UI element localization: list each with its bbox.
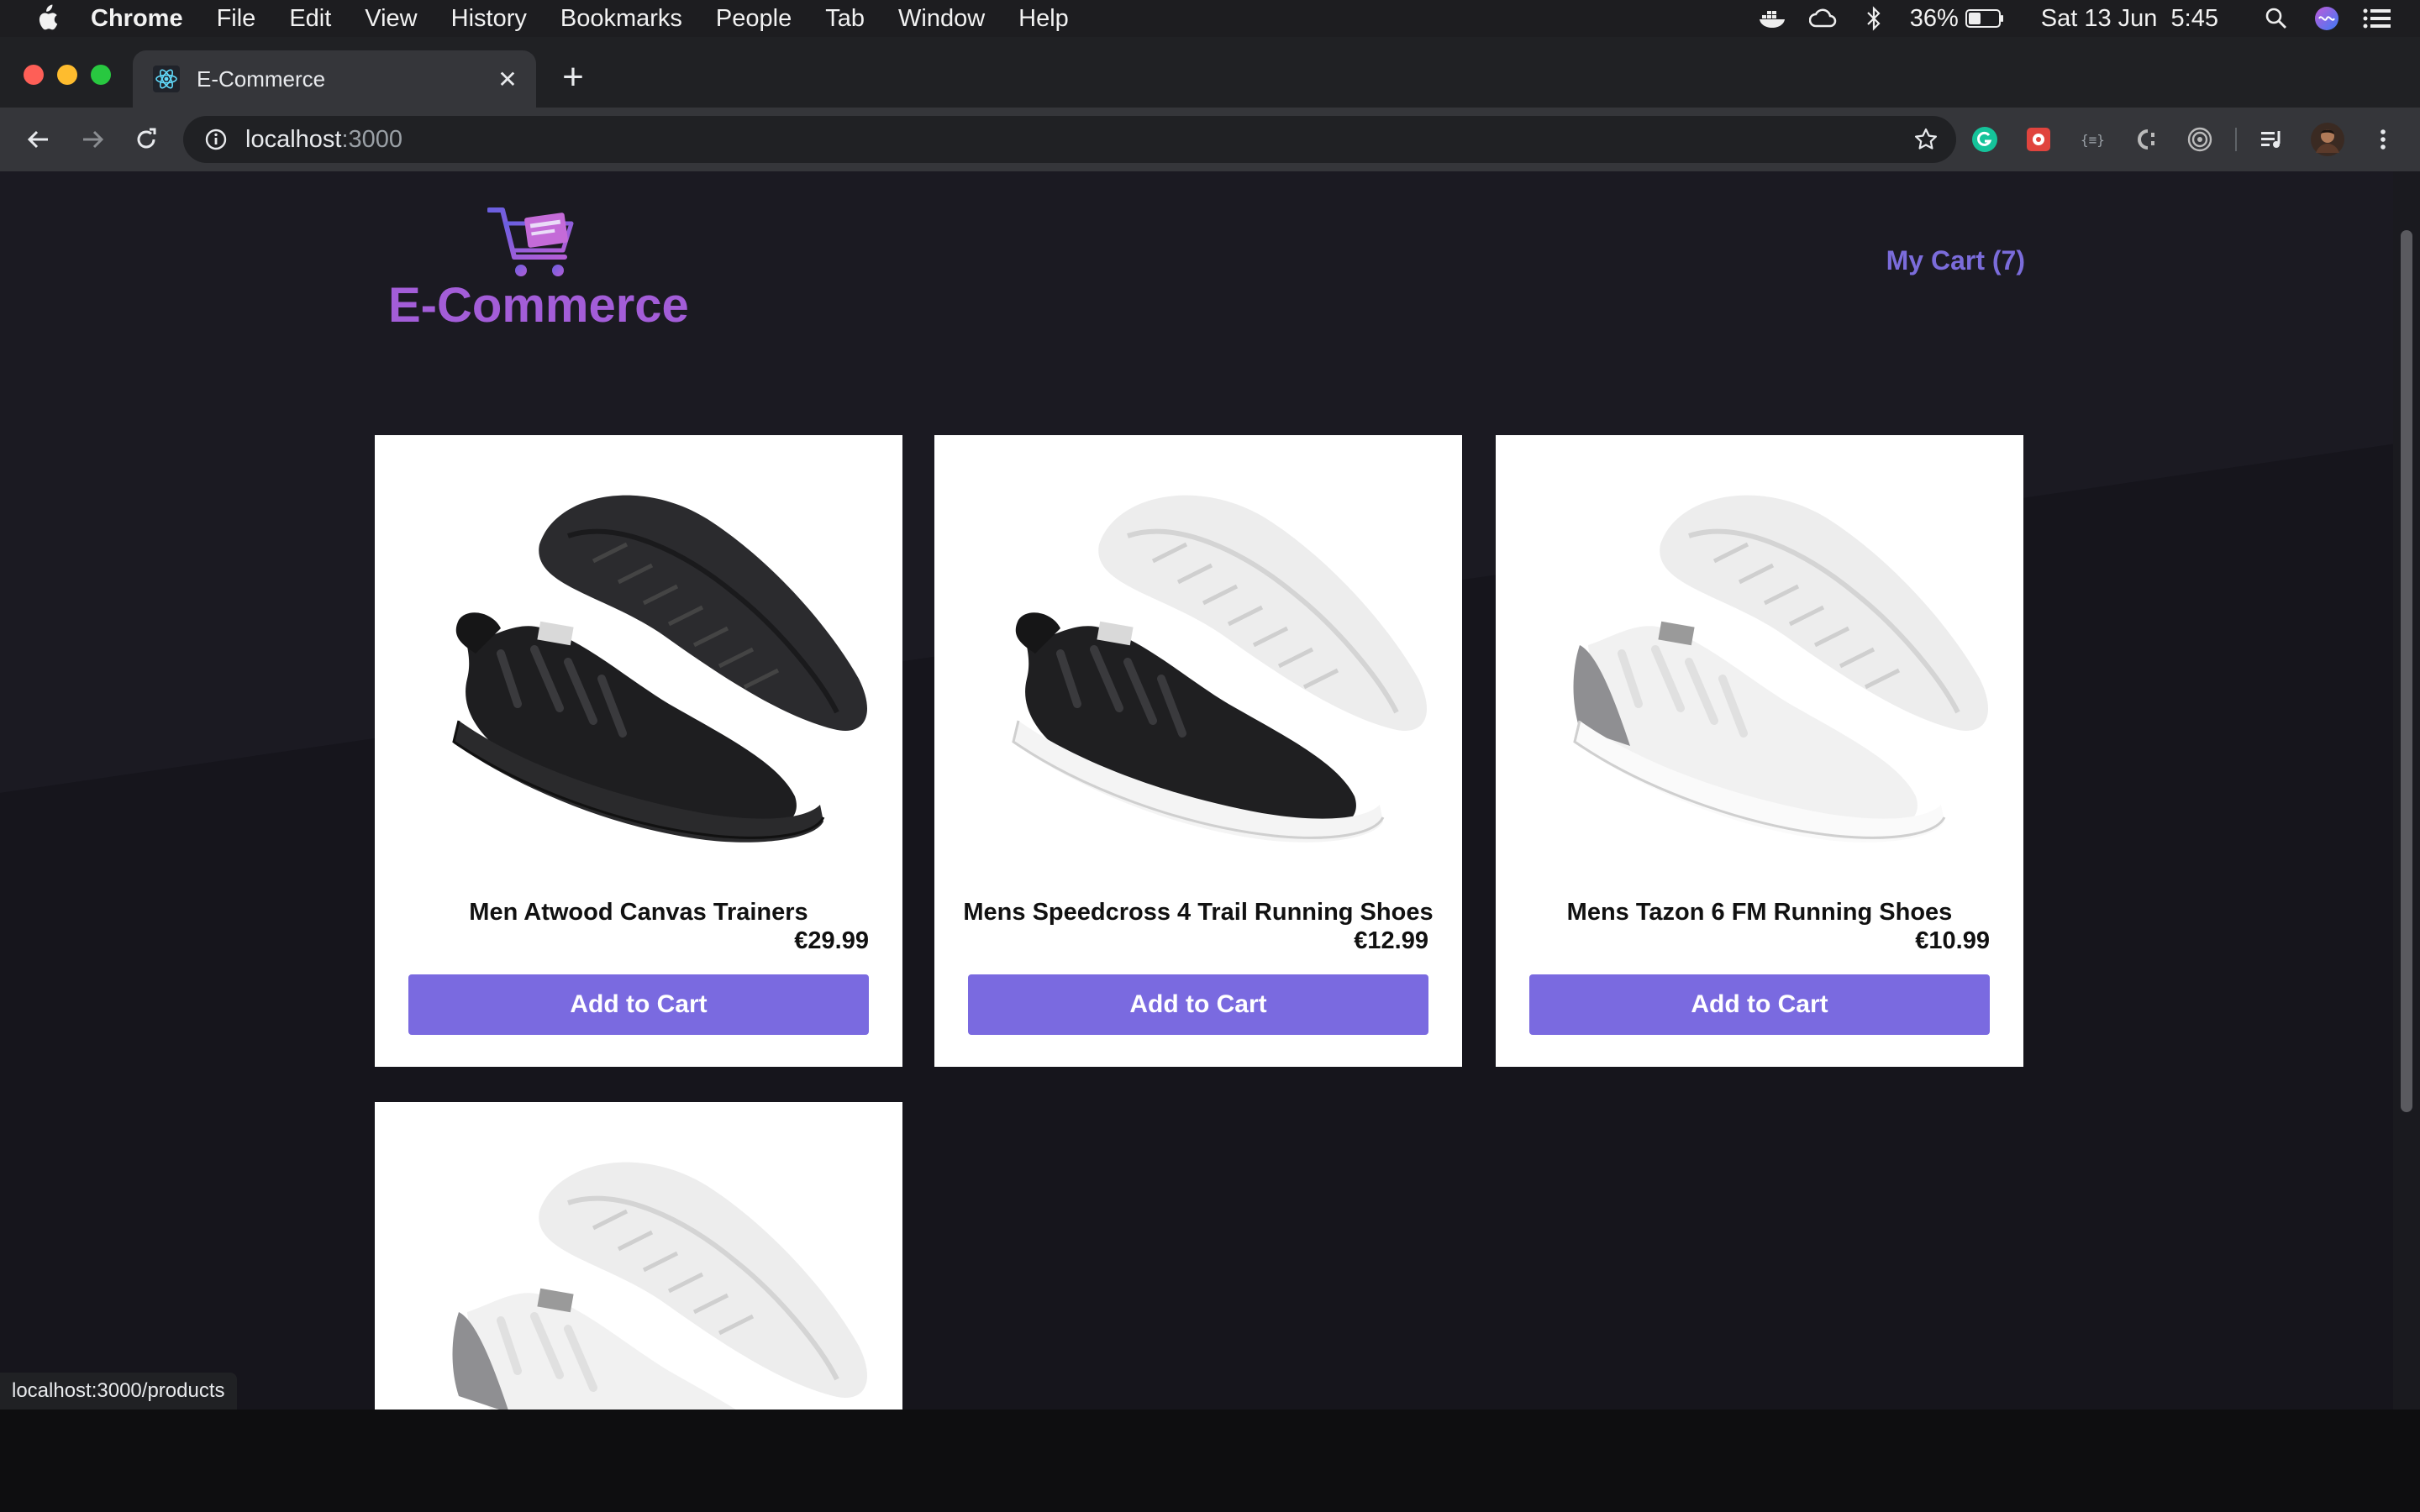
- logo-wordmark: E-Commerce: [388, 278, 689, 333]
- product-price: €10.99: [1915, 927, 1990, 954]
- add-to-cart-button[interactable]: Add to Cart: [408, 974, 869, 1035]
- profile-avatar[interactable]: [2311, 123, 2344, 156]
- bookmark-star-icon[interactable]: [1912, 126, 1939, 153]
- product-name[interactable]: Mens Tazon 6 FM Running Shoes: [1496, 899, 2023, 927]
- product-card: [375, 1102, 902, 1410]
- product-name[interactable]: Mens Speedcross 4 Trail Running Shoes: [934, 899, 1462, 927]
- clock[interactable]: Sat 13 Jun 5:45: [2041, 5, 2218, 33]
- product-card: Mens Speedcross 4 Trail Running Shoes €1…: [934, 435, 1462, 1067]
- browser-toolbar: localhost:3000 {≡}: [0, 108, 2420, 171]
- site-logo[interactable]: E-Commerce: [388, 207, 708, 333]
- product-image-white-grey-trainer[interactable]: [1496, 435, 2023, 889]
- product-image-white-grey-trainer[interactable]: [375, 1102, 902, 1410]
- window-close-button[interactable]: [24, 65, 44, 85]
- toolbar-separator: [2235, 128, 2237, 151]
- product-card: Men Atwood Canvas Trainers €29.99 Add to…: [375, 435, 902, 1067]
- window-minimize-button[interactable]: [57, 65, 77, 85]
- back-button[interactable]: [20, 121, 57, 158]
- menu-view[interactable]: View: [365, 5, 417, 33]
- media-queue-icon[interactable]: [2255, 123, 2289, 156]
- scrollbar-thumb[interactable]: [2401, 230, 2412, 1112]
- product-price: €12.99: [1354, 927, 1428, 954]
- address-bar[interactable]: localhost:3000: [183, 116, 1956, 163]
- red-extension-icon[interactable]: [2022, 123, 2055, 156]
- link-status-bubble: localhost:3000/products: [0, 1373, 237, 1410]
- grammarly-extension-icon[interactable]: [1968, 123, 2002, 156]
- reload-button[interactable]: [128, 121, 165, 158]
- menu-tab[interactable]: Tab: [825, 5, 865, 33]
- tab-title: E-Commerce: [197, 66, 326, 92]
- product-card: Mens Tazon 6 FM Running Shoes €10.99 Add…: [1496, 435, 2023, 1067]
- battery-percent: 36%: [1909, 4, 1959, 32]
- spotlight-search-icon[interactable]: [2262, 4, 2291, 33]
- menu-app-name[interactable]: Chrome: [91, 5, 183, 33]
- macos-menu-bar: Chrome File Edit View History Bookmarks …: [0, 0, 2420, 37]
- menu-history[interactable]: History: [451, 5, 527, 33]
- product-image-black-trainer[interactable]: [375, 435, 902, 889]
- product-name[interactable]: Men Atwood Canvas Trainers: [375, 899, 902, 927]
- page-scrollbar[interactable]: [2393, 171, 2420, 1410]
- window-zoom-button[interactable]: [91, 65, 111, 85]
- add-to-cart-button[interactable]: Add to Cart: [1529, 974, 1990, 1035]
- menu-edit[interactable]: Edit: [289, 5, 331, 33]
- shopping-cart-logo-icon: [487, 207, 574, 276]
- docker-icon[interactable]: [1759, 4, 1787, 33]
- menu-people[interactable]: People: [716, 5, 792, 33]
- react-favicon-icon: [153, 66, 180, 92]
- url-text[interactable]: localhost:3000: [245, 126, 402, 154]
- chrome-menu-icon[interactable]: [2366, 123, 2400, 156]
- json-extension-icon[interactable]: {≡}: [2075, 123, 2109, 156]
- browser-tab-strip: E-Commerce ✕ +: [0, 37, 2420, 108]
- url-host: localhost: [245, 125, 342, 153]
- site-info-icon[interactable]: [203, 127, 229, 152]
- desktop-background: [0, 1410, 2420, 1512]
- creative-cloud-icon[interactable]: [1808, 4, 1838, 33]
- menu-help[interactable]: Help: [1018, 5, 1069, 33]
- my-cart-link[interactable]: My Cart (7): [1849, 245, 2025, 276]
- battery-icon[interactable]: [1965, 4, 2004, 33]
- svg-text:{≡}: {≡}: [2081, 132, 2105, 148]
- code-extension-icon[interactable]: [2129, 123, 2163, 156]
- product-price: €29.99: [794, 927, 869, 954]
- target-extension-icon[interactable]: [2183, 123, 2217, 156]
- url-port: :3000: [341, 125, 403, 153]
- menu-file[interactable]: File: [217, 5, 256, 33]
- new-tab-button[interactable]: +: [556, 59, 590, 96]
- menu-bookmarks[interactable]: Bookmarks: [560, 5, 682, 33]
- menu-window[interactable]: Window: [898, 5, 985, 33]
- browser-tab[interactable]: E-Commerce ✕: [133, 50, 536, 108]
- notification-center-icon[interactable]: [2363, 4, 2391, 33]
- product-image-black-white-trainer[interactable]: [934, 435, 1462, 889]
- add-to-cart-button[interactable]: Add to Cart: [968, 974, 1428, 1035]
- siri-icon[interactable]: [2312, 4, 2341, 33]
- apple-icon[interactable]: [34, 4, 59, 33]
- tab-close-icon[interactable]: ✕: [494, 66, 521, 92]
- bluetooth-icon[interactable]: [1860, 4, 1888, 33]
- forward-button[interactable]: [74, 121, 111, 158]
- web-page: E-Commerce My Cart (7) Men Atwood Canvas…: [0, 171, 2420, 1410]
